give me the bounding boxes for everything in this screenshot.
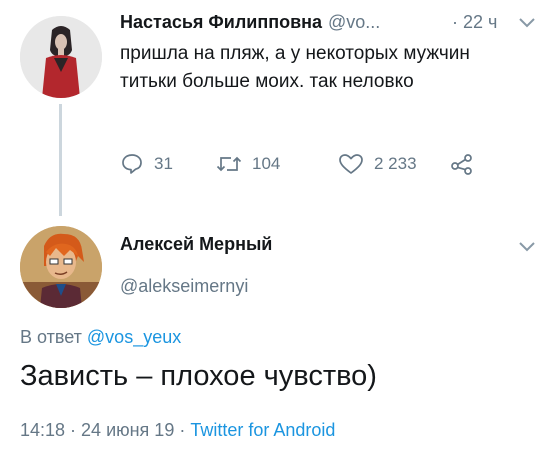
time-value: 22 ч [463,12,498,32]
avatar-illustration [20,226,102,308]
tweet-timestamp[interactable]: 14:18 · 24 июня 19 · [20,420,185,440]
chevron-down-icon[interactable] [518,16,536,30]
author-name[interactable]: Алексей Мерный [120,234,272,255]
retweet-count: 104 [252,154,281,173]
tweet-text: Зависть – плохое чувство) [20,360,377,392]
tweet-source-link[interactable]: Twitter for Android [190,420,335,440]
reply-to-handle-link[interactable]: @vos_yeux [87,327,181,347]
retweet-button[interactable]: 104 [216,152,280,176]
tweet-time[interactable]: · 22 ч [452,12,497,33]
retweet-arrows-icon [216,156,242,172]
avatar-illustration [20,16,102,98]
heart-icon [339,154,363,174]
tweet-meta: 14:18 · 24 июня 19 · Twitter for Android [20,420,335,441]
time-separator: · [452,12,458,32]
avatar-nastasya[interactable] [20,16,102,98]
thread-connector-line [59,104,62,216]
chevron-down-icon[interactable] [518,240,536,254]
like-count: 2 233 [374,154,417,173]
reply-count: 31 [154,154,173,173]
tweet-text: пришла на пляж, а у некоторых мужчин тит… [120,43,470,92]
like-button[interactable]: 2 233 [338,152,417,176]
author-handle[interactable]: @vo... [328,12,380,33]
author-handle[interactable]: @alekseimernyi [120,276,248,297]
author-name[interactable]: Настасья Филипповна [120,12,322,33]
reply-button[interactable]: 31 [120,152,173,176]
share-icon [451,154,472,175]
share-button[interactable] [450,152,474,176]
reply-prefix: В ответ [20,327,82,347]
reply-to-line: В ответ @vos_yeux [20,327,181,348]
avatar-aleksey[interactable] [20,226,102,308]
comment-bubble-icon [122,154,142,174]
